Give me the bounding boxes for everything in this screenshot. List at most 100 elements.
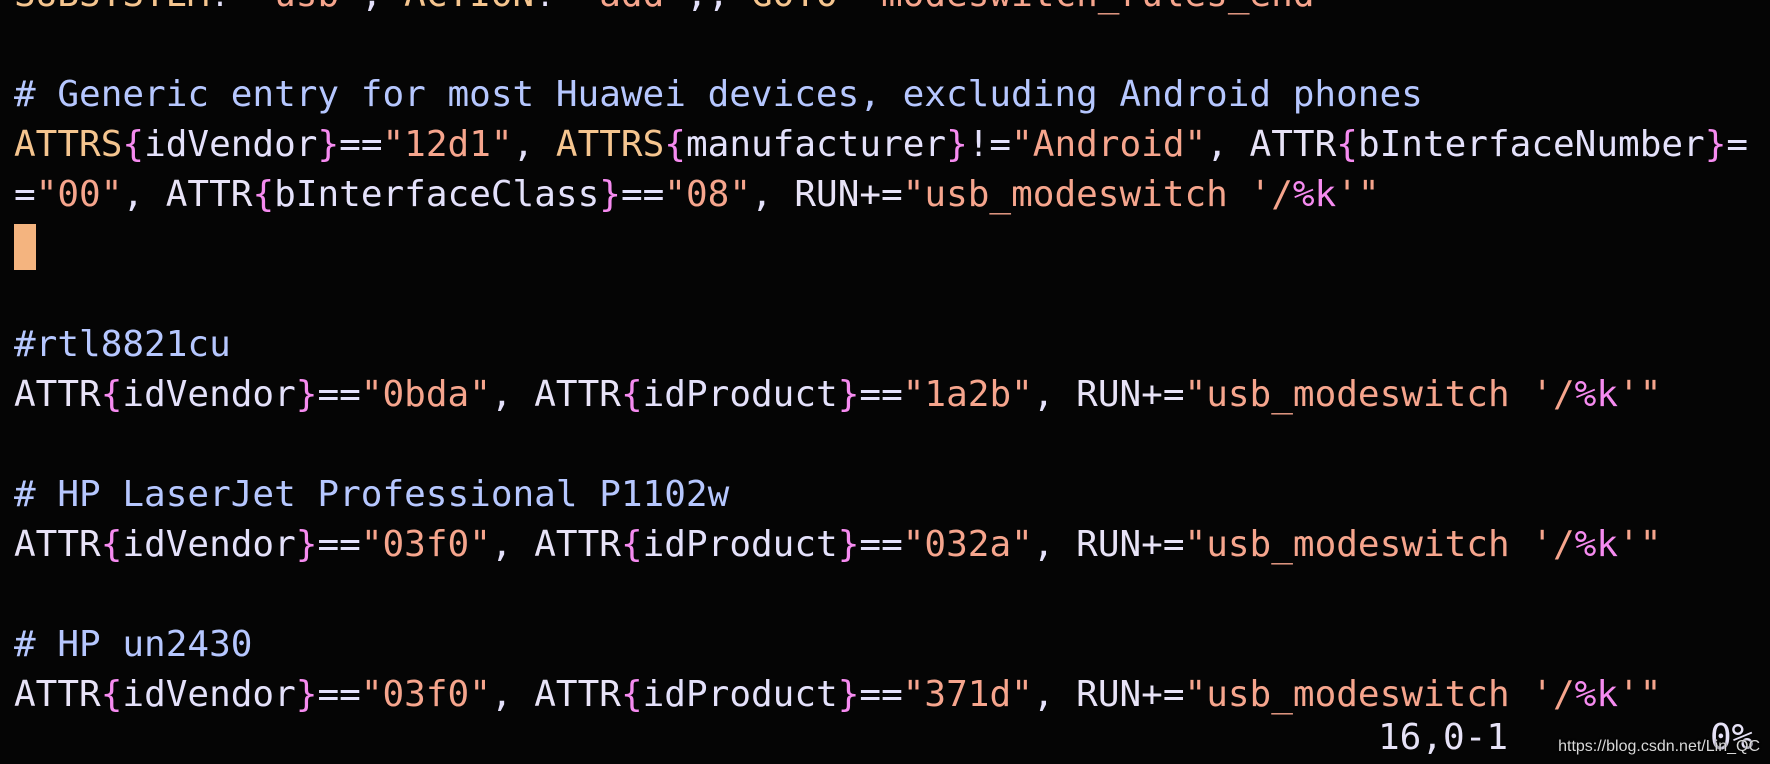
token-comment: # HP LaserJet Professional P1102w xyxy=(14,474,730,515)
comment-line[interactable]: # HP un2430 xyxy=(14,620,1770,670)
token-br: } xyxy=(599,174,621,215)
token-br: { xyxy=(620,524,643,565)
text-cursor xyxy=(14,224,36,270)
token-attr: idProduct xyxy=(642,374,838,415)
token-op: = xyxy=(14,174,36,215)
token-str: "usb" xyxy=(252,0,360,15)
token-comment: #rtl8821cu xyxy=(14,324,231,365)
code-buffer[interactable]: SUBSYSTEM!="usb", ACTION!="add",, GOTO="… xyxy=(14,0,1770,720)
code-line[interactable]: SUBSYSTEM!="usb", ACTION!="add",, GOTO="… xyxy=(14,0,1770,20)
token-attr: idVendor xyxy=(122,524,296,565)
token-str: "08" xyxy=(664,174,751,215)
terminal-editor[interactable]: SUBSYSTEM!="usb", ACTION!="add",, GOTO="… xyxy=(0,0,1770,764)
token-br: { xyxy=(620,374,643,415)
token-br: } xyxy=(837,524,860,565)
token-str: "usb_modeswitch '/ xyxy=(1184,674,1575,715)
token-str: '" xyxy=(1336,174,1380,215)
token-str: "03f0" xyxy=(360,674,491,715)
code-line[interactable]: ="00", ATTR{bInterfaceClass}=="08", RUN+… xyxy=(14,170,1770,220)
blank-line[interactable] xyxy=(14,20,1770,70)
token-op: == xyxy=(339,124,383,165)
token-plain: ATTR xyxy=(534,524,621,565)
token-plain: ATTR xyxy=(534,374,621,415)
token-op: , xyxy=(490,524,535,565)
token-attr: idVendor xyxy=(122,674,296,715)
token-attr: idVendor xyxy=(122,374,296,415)
token-br: { xyxy=(1336,124,1358,165)
token-br: { xyxy=(100,524,123,565)
token-kw: SUBSYSTEM xyxy=(14,0,209,15)
code-line[interactable]: ATTRS{idVendor}=="12d1", ATTRS{manufactu… xyxy=(14,120,1770,170)
token-op: , xyxy=(1206,124,1250,165)
token-op: == xyxy=(317,524,361,565)
token-str: "usb_modeswitch '/ xyxy=(902,174,1293,215)
token-br: } xyxy=(317,124,340,165)
token-plain: ATTR xyxy=(14,374,101,415)
token-str: "12d1" xyxy=(382,124,513,165)
token-str: "add" xyxy=(578,0,686,15)
token-plain: RUN+= xyxy=(1076,524,1185,565)
token-str: "0bda" xyxy=(360,374,491,415)
token-str: "1a2b" xyxy=(902,374,1033,415)
token-op: , xyxy=(122,174,166,215)
token-pct: %k xyxy=(1574,674,1619,715)
token-comment: # Generic entry for most Huawei devices,… xyxy=(14,74,1423,115)
token-str: "371d" xyxy=(902,674,1033,715)
token-br: } xyxy=(295,374,318,415)
token-pct: %k xyxy=(1574,524,1619,565)
token-br: } xyxy=(295,674,318,715)
token-op: != xyxy=(209,0,252,15)
token-op: == xyxy=(859,674,903,715)
token-attr: manufacturer xyxy=(685,124,947,165)
token-op: , xyxy=(751,174,795,215)
token-kw: ATTRS xyxy=(14,124,123,165)
token-str: '" xyxy=(1618,374,1662,415)
token-kw: GOTO xyxy=(751,0,838,15)
comment-line[interactable]: # Generic entry for most Huawei devices,… xyxy=(14,70,1770,120)
comment-line[interactable]: #rtl8821cu xyxy=(14,320,1770,370)
token-plain: ATTR xyxy=(14,524,101,565)
token-str: "usb_modeswitch '/ xyxy=(1184,524,1575,565)
blank-line[interactable] xyxy=(14,420,1770,470)
token-br: { xyxy=(620,674,643,715)
blank-line[interactable] xyxy=(14,570,1770,620)
token-plain: ATTR xyxy=(1249,124,1337,165)
token-br: { xyxy=(122,124,145,165)
token-plain: RUN+= xyxy=(1076,674,1185,715)
token-br: } xyxy=(837,374,860,415)
token-str: '" xyxy=(1618,524,1662,565)
token-op: , xyxy=(1032,674,1077,715)
token-br: } xyxy=(295,524,318,565)
token-str: "modeswitch_rules_end" xyxy=(859,0,1336,15)
code-line[interactable]: ATTR{idVendor}=="03f0", ATTR{idProduct}=… xyxy=(14,520,1770,570)
token-plain: RUN+= xyxy=(794,174,903,215)
token-plain: ATTR xyxy=(14,674,101,715)
token-attr: idProduct xyxy=(642,674,838,715)
token-br: { xyxy=(100,374,123,415)
token-op: == xyxy=(859,524,903,565)
token-str: "00" xyxy=(35,174,123,215)
token-pct: %k xyxy=(1574,374,1619,415)
token-op: , xyxy=(490,374,535,415)
blank-line[interactable] xyxy=(14,270,1770,320)
token-op: == xyxy=(620,174,665,215)
token-op: == xyxy=(317,374,361,415)
token-str: "Android" xyxy=(1011,124,1207,165)
token-op: == xyxy=(859,374,903,415)
token-br: } xyxy=(837,674,860,715)
token-plain: ATTR xyxy=(534,674,621,715)
token-attr: idProduct xyxy=(642,524,838,565)
token-br: } xyxy=(1704,124,1727,165)
token-str: '" xyxy=(1618,674,1662,715)
token-op: , xyxy=(512,124,556,165)
token-kw: ATTRS xyxy=(555,124,665,165)
token-plain: RUN+= xyxy=(1076,374,1185,415)
token-str: "03f0" xyxy=(360,524,491,565)
code-line[interactable]: ATTR{idVendor}=="0bda", ATTR{idProduct}=… xyxy=(14,370,1770,420)
comment-line[interactable]: # HP LaserJet Professional P1102w xyxy=(14,470,1770,520)
token-op: , xyxy=(490,674,535,715)
token-br: { xyxy=(252,174,275,215)
cursor-line[interactable] xyxy=(14,220,1770,270)
cursor-position: 16,0-1 xyxy=(1378,717,1509,758)
token-op: = xyxy=(838,0,860,15)
